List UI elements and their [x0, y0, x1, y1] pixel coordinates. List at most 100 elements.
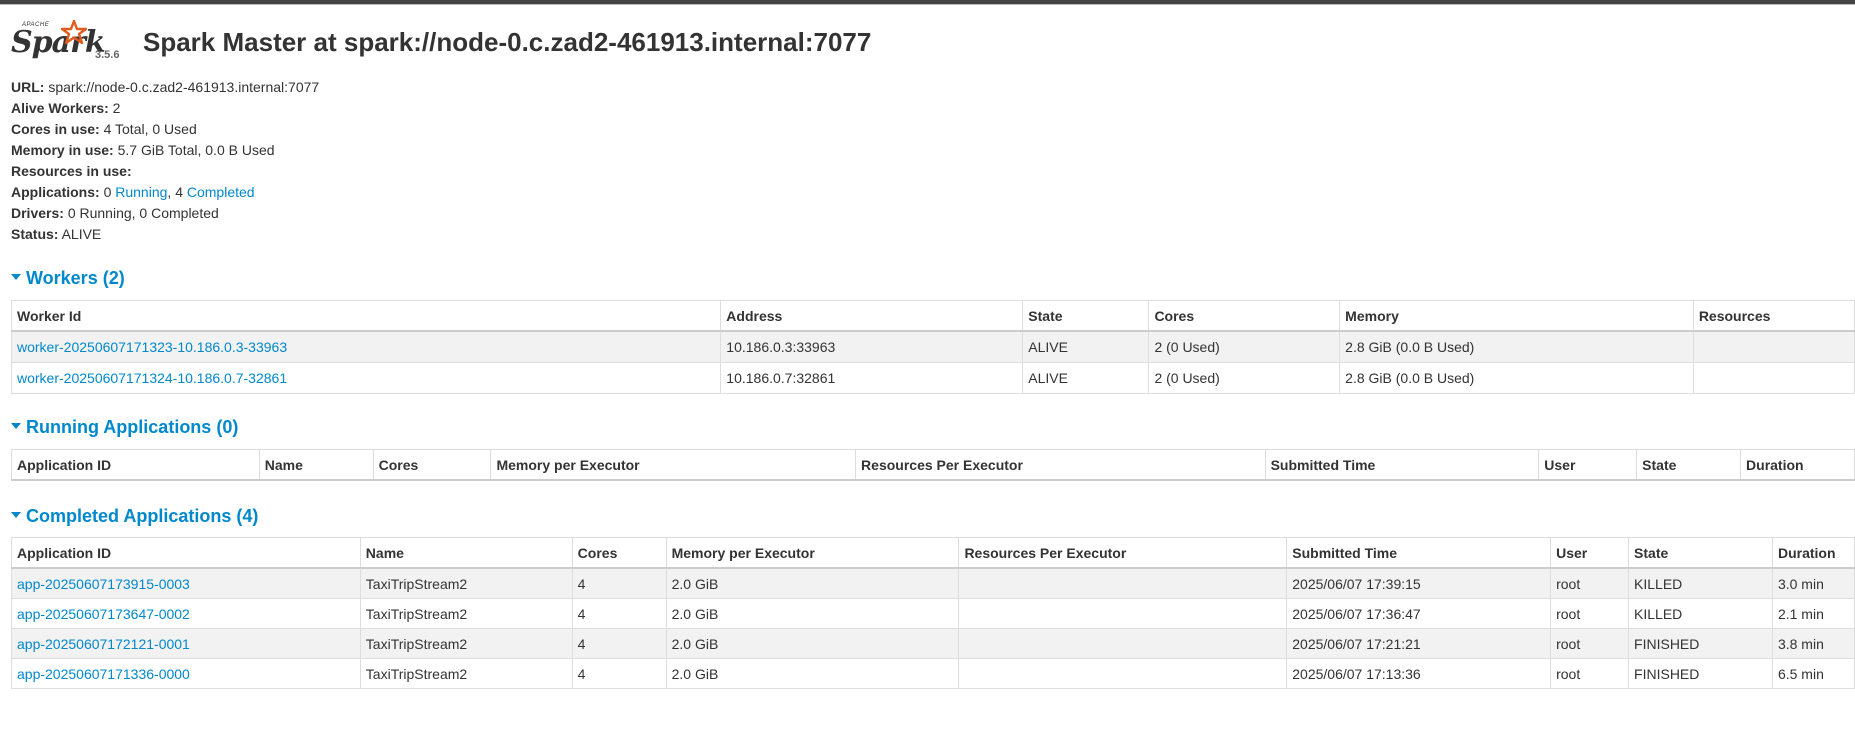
alive-workers-label: Alive Workers:	[11, 100, 109, 116]
workers-col-address[interactable]: Address	[720, 300, 1024, 332]
caret-down-icon	[11, 423, 21, 430]
worker-row-cell-memory: 2.8 GiB (0.0 B Used)	[1339, 330, 1694, 363]
page-title: Spark Master at spark://node-0.c.zad2-46…	[143, 27, 872, 57]
completed-apps-section-toggle[interactable]: Completed Applications (4)	[11, 506, 258, 527]
completed-app-row: app-20250607171336-0000 TaxiTripStream2 4 2…	[11, 658, 1855, 689]
running-apps-col-state[interactable]: State	[1636, 449, 1742, 481]
url-label: URL:	[11, 79, 45, 95]
apps-running-count: 0	[103, 184, 112, 200]
running-apps-header-row: Application ID Name Cores Memory per Execut…	[11, 449, 1855, 481]
app-id-link[interactable]: app-20250607173915-0003	[17, 576, 190, 592]
summary-memory: Memory in use: 5.7 GiB Total, 0.0 B Used	[11, 140, 319, 161]
workers-heading: Workers (2)	[26, 268, 125, 288]
running-apps-col-memory-per-executor[interactable]: Memory per Executor	[490, 449, 857, 481]
summary-alive-workers: Alive Workers: 2	[11, 98, 319, 119]
app-id-link[interactable]: app-20250607173647-0002	[17, 606, 190, 622]
completed-app-row: app-20250607173915-0003 TaxiTripStream2 4 2…	[11, 567, 1855, 599]
completed-app-row-cell-resources-per-executor	[958, 567, 1288, 599]
app-id-link[interactable]: app-20250607171336-0000	[17, 666, 190, 682]
status-label: Status:	[11, 226, 59, 242]
running-apps-col-user[interactable]: User	[1538, 449, 1638, 481]
completed-apps-header-row: Application ID Name Cores Memory per Execut…	[11, 537, 1855, 569]
running-apps-section-toggle[interactable]: Running Applications (0)	[11, 417, 238, 438]
completed-app-row-cell-submitted-time: 2025/06/07 17:21:21	[1286, 628, 1552, 659]
completed-app-row-cell-resources-per-executor	[958, 598, 1288, 629]
completed-apps-body: app-20250607173915-0003 TaxiTripStream2 4 2…	[11, 567, 1855, 689]
status-value: ALIVE	[61, 226, 102, 242]
spark-logo[interactable]: APACHE Spark 3.5.6	[11, 20, 123, 65]
url-value: spark://node-0.c.zad2-461913.internal:70…	[48, 79, 320, 95]
completed-app-row-cell-duration: 3.8 min	[1771, 628, 1855, 659]
worker-row-cell-resources	[1692, 330, 1855, 363]
summary-applications: Applications: 0 Running, 4 Completed	[11, 184, 255, 200]
worker-row-cell-resources	[1692, 362, 1855, 394]
completed-app-row-cell-user: root	[1550, 567, 1630, 599]
worker-id-link[interactable]: worker-20250607171323-10.186.0.3-33963	[17, 339, 287, 355]
running-apps-link[interactable]: Running	[115, 184, 167, 200]
completed-app-row-cell-user: root	[1550, 628, 1630, 659]
workers-col-worker-id[interactable]: Worker Id	[10, 300, 722, 332]
completed-app-row-cell-memory-per-executor: 2.0 GiB	[665, 628, 960, 659]
completed-app-row-cell-submitted-time: 2025/06/07 17:39:15	[1286, 567, 1552, 599]
workers-col-state[interactable]: State	[1022, 300, 1150, 332]
workers-section-toggle[interactable]: Workers (2)	[11, 268, 125, 289]
completed-apps-col-memory-per-executor[interactable]: Memory per Executor	[665, 537, 960, 569]
running-apps-col-resources-per-executor[interactable]: Resources Per Executor	[855, 449, 1266, 481]
completed-apps-col-cores[interactable]: Cores	[571, 537, 667, 569]
completed-app-row-cell-submitted-time: 2025/06/07 17:36:47	[1286, 598, 1552, 629]
workers-col-memory[interactable]: Memory	[1339, 300, 1694, 332]
completed-app-row-cell-application-id: app-20250607172121-0001	[11, 628, 361, 659]
completed-app-row-cell-duration: 6.5 min	[1771, 658, 1855, 689]
worker-row: worker-20250607171324-10.186.0.7-32861 10…	[10, 362, 1855, 394]
drivers-label: Drivers:	[11, 205, 64, 221]
completed-apps-col-duration[interactable]: Duration	[1771, 537, 1855, 569]
applications-label: Applications:	[11, 184, 100, 200]
master-summary: URL: spark://node-0.c.zad2-461913.intern…	[11, 77, 319, 245]
alive-workers-value: 2	[112, 100, 121, 116]
cores-label: Cores in use:	[11, 121, 100, 137]
workers-body: worker-20250607171323-10.186.0.3-33963 10…	[10, 330, 1855, 394]
workers-col-cores[interactable]: Cores	[1148, 300, 1341, 332]
completed-apps-link[interactable]: Completed	[187, 184, 255, 200]
running-apps-col-duration[interactable]: Duration	[1740, 449, 1855, 481]
worker-id-link[interactable]: worker-20250607171324-10.186.0.7-32861	[17, 370, 287, 386]
completed-app-row-cell-duration: 3.0 min	[1771, 567, 1855, 599]
page-header: APACHE Spark 3.5.6 Spark Master at spark…	[0, 5, 1855, 77]
running-apps-col-cores[interactable]: Cores	[372, 449, 492, 481]
running-apps-col-submitted-time[interactable]: Submitted Time	[1264, 449, 1540, 481]
completed-app-row-cell-cores: 4	[571, 628, 667, 659]
workers-col-resources[interactable]: Resources	[1692, 300, 1855, 332]
resources-label: Resources in use:	[11, 163, 132, 179]
running-apps-table: Application ID Name Cores Memory per Execut…	[11, 449, 1855, 481]
completed-apps-col-user[interactable]: User	[1550, 537, 1630, 569]
completed-app-row-cell-duration: 2.1 min	[1771, 598, 1855, 629]
completed-apps-col-application-id[interactable]: Application ID	[11, 537, 361, 569]
worker-row-cell-state: ALIVE	[1022, 330, 1150, 363]
completed-apps-col-name[interactable]: Name	[359, 537, 573, 569]
completed-app-row-cell-cores: 4	[571, 598, 667, 629]
spark-star-icon	[61, 20, 87, 45]
running-apps-col-application-id[interactable]: Application ID	[11, 449, 260, 481]
completed-apps-table: Application ID Name Cores Memory per Execut…	[11, 537, 1855, 689]
logo-spark-text: Spark	[11, 25, 106, 60]
completed-app-row-cell-resources-per-executor	[958, 628, 1288, 659]
completed-app-row-cell-state: KILLED	[1628, 567, 1773, 599]
completed-app-row-cell-memory-per-executor: 2.0 GiB	[665, 598, 960, 629]
apps-completed-count: 4	[175, 184, 183, 200]
version-label: 3.5.6	[95, 49, 120, 61]
completed-app-row-cell-memory-per-executor: 2.0 GiB	[665, 567, 960, 599]
worker-row-cell-memory: 2.8 GiB (0.0 B Used)	[1339, 362, 1694, 394]
completed-app-row-cell-name: TaxiTripStream2	[359, 658, 573, 689]
app-id-link[interactable]: app-20250607172121-0001	[17, 636, 190, 652]
workers-table: Worker Id Address State Cores Memory Resource…	[10, 300, 1855, 394]
completed-app-row-cell-cores: 4	[571, 658, 667, 689]
completed-app-row-cell-state: KILLED	[1628, 598, 1773, 629]
completed-app-row-cell-application-id: app-20250607171336-0000	[11, 658, 361, 689]
completed-apps-col-state[interactable]: State	[1628, 537, 1773, 569]
running-apps-col-name[interactable]: Name	[258, 449, 374, 481]
completed-app-row-cell-state: FINISHED	[1628, 658, 1773, 689]
worker-row-cell-worker-id: worker-20250607171323-10.186.0.3-33963	[10, 330, 722, 363]
completed-apps-col-resources-per-executor[interactable]: Resources Per Executor	[958, 537, 1288, 569]
caret-down-icon	[11, 512, 21, 519]
completed-apps-col-submitted-time[interactable]: Submitted Time	[1286, 537, 1552, 569]
